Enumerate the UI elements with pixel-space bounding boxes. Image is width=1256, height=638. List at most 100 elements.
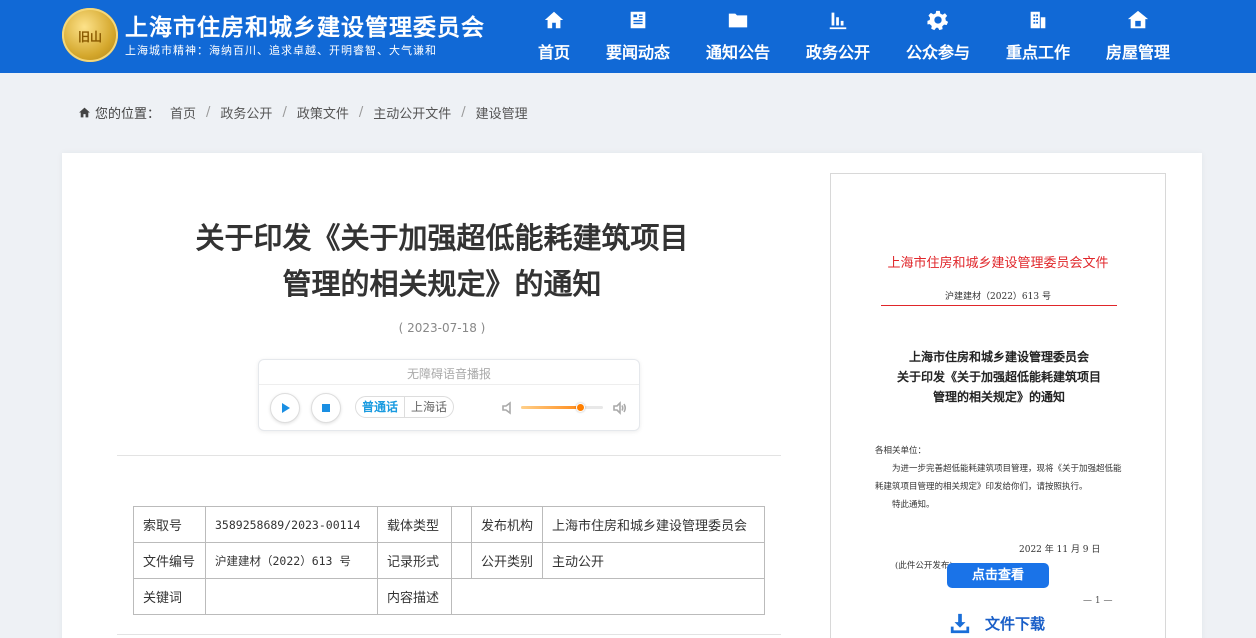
stop-button[interactable]	[311, 393, 341, 423]
building-icon	[1030, 11, 1046, 29]
doc-title-line: 上海市住房和城乡建设管理委员会	[908, 350, 1089, 364]
breadcrumb: 您的位置： 首页 / 政务公开 / 政策文件 / 主动公开文件 / 建设管理	[78, 103, 528, 122]
doc-title-line: 关于印发《关于加强超低能耗建筑项目	[896, 370, 1101, 384]
doc-closing: 特此通知。	[892, 500, 935, 510]
doc-title: 上海市住房和城乡建设管理委员会 关于印发《关于加强超低能耗建筑项目 管理的相关规…	[871, 347, 1127, 407]
table-cell: 沪建建材（2022）613 号	[205, 542, 378, 579]
breadcrumb-item-policy-docs[interactable]: 政策文件	[297, 103, 349, 122]
site-logo[interactable]: 旧山	[62, 8, 118, 62]
doc-salutation: 各相关单位：	[875, 446, 927, 456]
main-nav: 首页 要闻动态 通知公告 政务公开 公众参与 重点工作 房屋管理	[520, 0, 1188, 73]
nav-label: 公众参与	[905, 43, 970, 62]
player-title: 无障碍语音播报	[406, 367, 491, 381]
doc-footnote: (此件公开发布)	[895, 561, 953, 571]
nav-label: 通知公告	[705, 43, 770, 62]
nav-label: 首页	[537, 43, 570, 62]
article-title-line: 关于印发《关于加强超低能耗建筑项目	[195, 221, 689, 255]
breadcrumb-prefix: 您的位置：	[95, 107, 161, 122]
table-row: 索取号 3589258689/2023-00114 载体类型 发布机构 上海市住…	[133, 506, 766, 543]
download-link[interactable]: 文件下载	[949, 612, 1045, 634]
nav-item-home[interactable]: 首页	[520, 0, 588, 73]
metadata-table: 索取号 3589258689/2023-00114 载体类型 发布机构 上海市住…	[133, 506, 766, 615]
play-button[interactable]	[270, 393, 300, 423]
table-cell: 主动公开	[542, 542, 766, 579]
table-cell: 上海市住房和城乡建设管理委员会	[542, 506, 766, 543]
breadcrumb-separator: /	[358, 105, 364, 120]
nav-item-key-work[interactable]: 重点工作	[988, 0, 1088, 73]
article-title-line: 管理的相关规定》的通知	[282, 267, 602, 301]
nav-label: 要闻动态	[605, 43, 670, 62]
breadcrumb-separator: /	[461, 105, 466, 120]
table-cell: 文件编号	[133, 542, 206, 579]
doc-date: 2022 年 11 月 9 日	[1019, 545, 1101, 555]
breadcrumb-separator: /	[282, 105, 287, 120]
chart-icon	[829, 12, 847, 30]
nav-item-housing[interactable]: 房屋管理	[1088, 0, 1188, 73]
download-label: 文件下载	[985, 614, 1046, 633]
nav-label: 房屋管理	[1105, 43, 1170, 62]
site-motto: 上海城市精神：海纳百川、追求卓越、开明睿智、大气谦和	[125, 44, 437, 57]
divider	[117, 455, 781, 456]
doc-paragraph: 为进一步完善超低能耗建筑项目管理，现将《关于加强超低能耗建筑项目管理的相关规定》…	[875, 464, 1122, 492]
volume-up-icon[interactable]	[613, 400, 627, 415]
breadcrumb-separator: /	[206, 105, 211, 120]
view-document-button[interactable]: 点击查看	[947, 563, 1049, 588]
stop-icon	[322, 404, 330, 412]
doc-number: 沪建建材（2022）613 号	[945, 292, 1051, 302]
divider	[117, 634, 781, 635]
breadcrumb-item-construction[interactable]: 建设管理	[476, 103, 528, 122]
breadcrumb-item-home[interactable]: 首页	[170, 103, 196, 122]
table-row: 关键词 内容描述	[133, 578, 766, 615]
breadcrumb-item-gov-affairs[interactable]: 政务公开	[220, 103, 272, 122]
doc-red-line	[881, 305, 1117, 306]
play-icon	[282, 403, 290, 413]
article-title: 关于印发《关于加强超低能耗建筑项目 管理的相关规定》的通知	[182, 215, 702, 307]
table-cell	[451, 542, 472, 579]
table-cell: 载体类型	[377, 506, 452, 543]
doc-body: 各相关单位： 为进一步完善超低能耗建筑项目管理，现将《关于加强超低能耗建筑项目管…	[875, 442, 1125, 514]
table-cell: 记录形式	[377, 542, 452, 579]
article-date: ( 2023-07-18 )	[398, 321, 486, 335]
breadcrumb-item-public-docs[interactable]: 主动公开文件	[373, 103, 451, 122]
site-title[interactable]: 上海市住房和城乡建设管理委员会	[125, 8, 485, 42]
nav-item-gov-affairs[interactable]: 政务公开	[788, 0, 888, 73]
article-card: 关于印发《关于加强超低能耗建筑项目 管理的相关规定》的通知 ( 2023-07-…	[62, 153, 1202, 638]
house-icon	[1127, 10, 1149, 29]
table-row: 文件编号 沪建建材（2022）613 号 记录形式 公开类别 主动公开	[133, 542, 766, 579]
folder-icon	[728, 13, 748, 28]
home-icon	[79, 107, 90, 118]
news-icon	[630, 11, 646, 29]
lang-mandarin-button[interactable]: 普通话	[356, 397, 406, 417]
table-cell: 关键词	[133, 578, 206, 615]
nav-item-public[interactable]: 公众参与	[888, 0, 988, 73]
language-toggle: 普通话 上海话	[355, 396, 455, 418]
table-cell: 公开类别	[470, 542, 544, 579]
table-cell: 发布机构	[470, 506, 544, 543]
home-icon	[544, 11, 564, 29]
nav-label: 重点工作	[1005, 43, 1070, 62]
nav-item-news[interactable]: 要闻动态	[588, 0, 688, 73]
table-cell: 索取号	[133, 506, 206, 543]
volume-slider[interactable]	[521, 403, 603, 412]
table-cell: 内容描述	[377, 578, 452, 615]
nav-item-notices[interactable]: 通知公告	[688, 0, 788, 73]
volume-slider-knob[interactable]	[576, 403, 586, 412]
volume-slider-fill	[521, 406, 581, 409]
download-icon	[950, 613, 970, 634]
nav-label: 政务公开	[805, 43, 870, 62]
document-preview[interactable]: 上海市住房和城乡建设管理委员会文件 沪建建材（2022）613 号 上海市住房和…	[830, 173, 1166, 638]
doc-page-number: — 1 —	[1083, 596, 1113, 606]
doc-title-line: 管理的相关规定》的通知	[932, 390, 1065, 404]
logo-text: 旧山	[77, 30, 102, 44]
table-cell	[205, 578, 378, 615]
player-divider	[259, 384, 639, 385]
table-cell	[451, 506, 472, 543]
audio-player: 无障碍语音播报 普通话 上海话	[258, 359, 640, 431]
volume-mute-icon[interactable]	[501, 400, 515, 415]
table-cell	[450, 578, 766, 615]
doc-header: 上海市住房和城乡建设管理委员会文件	[887, 256, 1109, 271]
table-cell: 3589258689/2023-00114	[205, 506, 378, 543]
lang-shanghainese-button[interactable]: 上海话	[405, 397, 453, 417]
site-header: 旧山 上海市住房和城乡建设管理委员会 上海城市精神：海纳百川、追求卓越、开明睿智…	[0, 0, 1256, 73]
gear-icon	[927, 10, 949, 31]
